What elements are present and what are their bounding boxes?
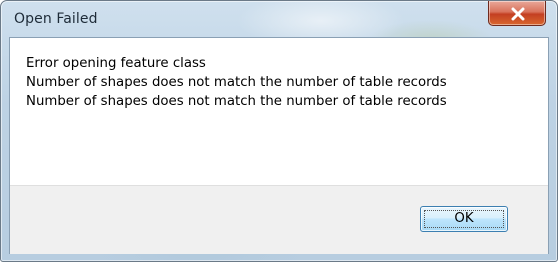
- ok-button-label: OK: [454, 211, 474, 226]
- message-line-1: Error opening feature class: [26, 56, 206, 71]
- title-bar[interactable]: Open Failed: [1, 1, 557, 37]
- message-line-2: Number of shapes does not match the numb…: [26, 75, 447, 90]
- window-title: Open Failed: [14, 11, 98, 27]
- ok-button[interactable]: OK: [420, 206, 508, 232]
- close-icon: [511, 7, 525, 21]
- dialog-window: Open Failed OK Error opening feature cla…: [0, 0, 558, 262]
- message-line-3: Number of shapes does not match the numb…: [26, 94, 447, 109]
- button-area: OK: [10, 185, 548, 254]
- close-button[interactable]: [488, 1, 546, 26]
- error-message: Error opening feature class Number of sh…: [26, 54, 447, 111]
